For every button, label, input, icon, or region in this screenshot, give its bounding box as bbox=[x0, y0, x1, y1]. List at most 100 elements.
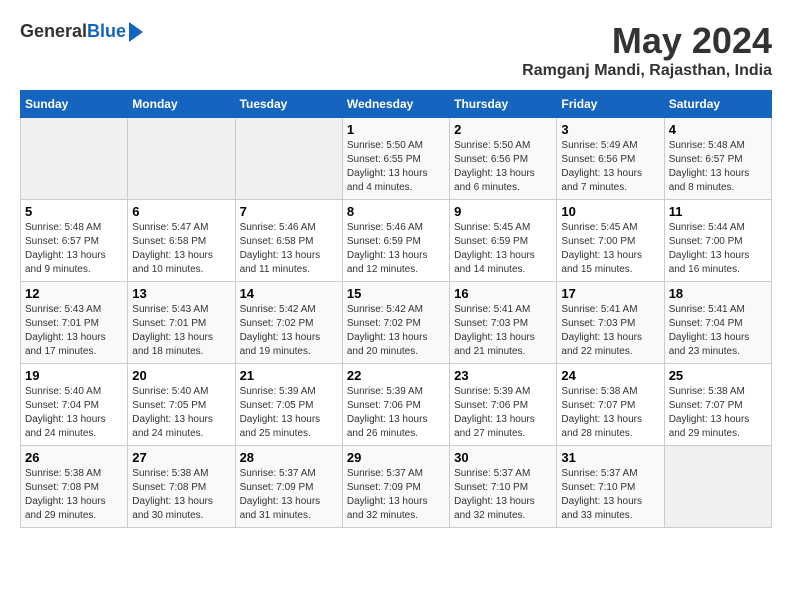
day-number: 13 bbox=[132, 286, 230, 301]
calendar-cell: 30Sunrise: 5:37 AM Sunset: 7:10 PM Dayli… bbox=[450, 446, 557, 528]
day-info: Sunrise: 5:41 AM Sunset: 7:03 PM Dayligh… bbox=[454, 303, 552, 359]
calendar-cell: 27 Sunrise: 5:38 AM Sunset: 7:08 PM Dayli… bbox=[128, 446, 235, 528]
day-number: 1 bbox=[347, 122, 445, 137]
page-header: General Blue May 2024 Ramganj Mandi, Raj… bbox=[20, 20, 772, 80]
calendar-cell: 28Sunrise: 5:37 AM Sunset: 7:09 PM Dayli… bbox=[235, 446, 342, 528]
calendar-week-row: 19 Sunrise: 5:40 AM Sunset: 7:04 PM Dayli… bbox=[21, 364, 772, 446]
day-number: 8 bbox=[347, 204, 445, 219]
calendar-cell: 16 Sunrise: 5:41 AM Sunset: 7:03 PM Dayli… bbox=[450, 282, 557, 364]
day-info: Sunrise: 5:39 AM Sunset: 7:06 PM Dayligh… bbox=[454, 385, 552, 441]
calendar-cell: 13 Sunrise: 5:43 AM Sunset: 7:01 PM Dayli… bbox=[128, 282, 235, 364]
calendar-cell: 19 Sunrise: 5:40 AM Sunset: 7:04 PM Dayli… bbox=[21, 364, 128, 446]
logo-general-text: General bbox=[20, 21, 87, 42]
day-of-week-header: Sunday bbox=[21, 91, 128, 118]
day-number: 15 bbox=[347, 286, 445, 301]
day-number: 7 bbox=[240, 204, 338, 219]
day-info: Sunrise: 5:38 AM Sunset: 7:07 PM Dayligh… bbox=[669, 385, 767, 441]
day-info: Sunrise: 5:40 AM Sunset: 7:05 PM Dayligh… bbox=[132, 385, 230, 441]
calendar-cell bbox=[21, 118, 128, 200]
day-info: Sunrise: 5:40 AM Sunset: 7:04 PM Dayligh… bbox=[25, 385, 123, 441]
day-info: Sunrise: 5:38 AM Sunset: 7:08 PM Dayligh… bbox=[132, 467, 230, 523]
day-number: 3 bbox=[561, 122, 659, 137]
day-of-week-header: Wednesday bbox=[342, 91, 449, 118]
calendar-cell: 5 Sunrise: 5:48 AM Sunset: 6:57 PM Daylig… bbox=[21, 200, 128, 282]
calendar-week-row: 26 Sunrise: 5:38 AM Sunset: 7:08 PM Dayli… bbox=[21, 446, 772, 528]
day-number: 20 bbox=[132, 368, 230, 383]
calendar-cell: 21 Sunrise: 5:39 AM Sunset: 7:05 PM Dayli… bbox=[235, 364, 342, 446]
day-number: 22 bbox=[347, 368, 445, 383]
day-number: 12 bbox=[25, 286, 123, 301]
calendar-cell: 31 Sunrise: 5:37 AM Sunset: 7:10 PM Dayli… bbox=[557, 446, 664, 528]
day-number: 31 bbox=[561, 450, 659, 465]
calendar-cell: 23 Sunrise: 5:39 AM Sunset: 7:06 PM Dayli… bbox=[450, 364, 557, 446]
day-info: Sunrise: 5:43 AM Sunset: 7:01 PM Dayligh… bbox=[25, 303, 123, 359]
calendar-header-row: SundayMondayTuesdayWednesdayThursdayFrid… bbox=[21, 91, 772, 118]
calendar-title: May 2024 bbox=[522, 20, 772, 62]
day-number: 10 bbox=[561, 204, 659, 219]
calendar-cell: 4 Sunrise: 5:48 AM Sunset: 6:57 PM Daylig… bbox=[664, 118, 771, 200]
day-info: Sunrise: 5:46 AM Sunset: 6:58 PM Dayligh… bbox=[240, 221, 338, 277]
day-of-week-header: Saturday bbox=[664, 91, 771, 118]
logo-arrow-icon bbox=[129, 22, 143, 42]
calendar-cell: 14 Sunrise: 5:42 AM Sunset: 7:02 PM Dayli… bbox=[235, 282, 342, 364]
day-info: Sunrise: 5:47 AM Sunset: 6:58 PM Dayligh… bbox=[132, 221, 230, 277]
day-info: Sunrise: 5:48 AM Sunset: 6:57 PM Dayligh… bbox=[25, 221, 123, 277]
day-info: Sunrise: 5:43 AM Sunset: 7:01 PM Dayligh… bbox=[132, 303, 230, 359]
day-of-week-header: Friday bbox=[557, 91, 664, 118]
calendar-cell: 20 Sunrise: 5:40 AM Sunset: 7:05 PM Dayli… bbox=[128, 364, 235, 446]
calendar-subtitle: Ramganj Mandi, Rajasthan, India bbox=[522, 62, 772, 80]
calendar-cell: 9 Sunrise: 5:45 AM Sunset: 6:59 PM Daylig… bbox=[450, 200, 557, 282]
calendar-cell: 12 Sunrise: 5:43 AM Sunset: 7:01 PM Dayli… bbox=[21, 282, 128, 364]
day-number: 6 bbox=[132, 204, 230, 219]
day-number: 5 bbox=[25, 204, 123, 219]
logo: General Blue bbox=[20, 20, 143, 42]
calendar-week-row: 1 Sunrise: 5:50 AM Sunset: 6:55 PM Daylig… bbox=[21, 118, 772, 200]
day-number: 27 bbox=[132, 450, 230, 465]
day-info: Sunrise: 5:37 AM Sunset: 7:09 PM Dayligh… bbox=[347, 467, 445, 523]
day-number: 19 bbox=[25, 368, 123, 383]
day-number: 28 bbox=[240, 450, 338, 465]
logo-blue-text: Blue bbox=[87, 21, 126, 42]
calendar-cell: 17Sunrise: 5:41 AM Sunset: 7:03 PM Dayli… bbox=[557, 282, 664, 364]
day-of-week-header: Monday bbox=[128, 91, 235, 118]
day-info: Sunrise: 5:42 AM Sunset: 7:02 PM Dayligh… bbox=[347, 303, 445, 359]
day-info: Sunrise: 5:42 AM Sunset: 7:02 PM Dayligh… bbox=[240, 303, 338, 359]
day-info: Sunrise: 5:45 AM Sunset: 6:59 PM Dayligh… bbox=[454, 221, 552, 277]
day-number: 4 bbox=[669, 122, 767, 137]
day-number: 23 bbox=[454, 368, 552, 383]
day-number: 14 bbox=[240, 286, 338, 301]
day-info: Sunrise: 5:41 AM Sunset: 7:03 PM Dayligh… bbox=[561, 303, 659, 359]
calendar-cell: 10 Sunrise: 5:45 AM Sunset: 7:00 PM Dayli… bbox=[557, 200, 664, 282]
calendar-table: SundayMondayTuesdayWednesdayThursdayFrid… bbox=[20, 90, 772, 528]
calendar-cell: 18Sunrise: 5:41 AM Sunset: 7:04 PM Dayli… bbox=[664, 282, 771, 364]
calendar-week-row: 5 Sunrise: 5:48 AM Sunset: 6:57 PM Daylig… bbox=[21, 200, 772, 282]
day-number: 16 bbox=[454, 286, 552, 301]
day-info: Sunrise: 5:50 AM Sunset: 6:55 PM Dayligh… bbox=[347, 139, 445, 195]
day-number: 9 bbox=[454, 204, 552, 219]
day-of-week-header: Tuesday bbox=[235, 91, 342, 118]
day-number: 21 bbox=[240, 368, 338, 383]
day-info: Sunrise: 5:49 AM Sunset: 6:56 PM Dayligh… bbox=[561, 139, 659, 195]
day-info: Sunrise: 5:39 AM Sunset: 7:06 PM Dayligh… bbox=[347, 385, 445, 441]
calendar-cell: 24Sunrise: 5:38 AM Sunset: 7:07 PM Dayli… bbox=[557, 364, 664, 446]
day-info: Sunrise: 5:50 AM Sunset: 6:56 PM Dayligh… bbox=[454, 139, 552, 195]
day-info: Sunrise: 5:48 AM Sunset: 6:57 PM Dayligh… bbox=[669, 139, 767, 195]
day-info: Sunrise: 5:45 AM Sunset: 7:00 PM Dayligh… bbox=[561, 221, 659, 277]
calendar-cell: 25 Sunrise: 5:38 AM Sunset: 7:07 PM Dayli… bbox=[664, 364, 771, 446]
day-number: 25 bbox=[669, 368, 767, 383]
day-number: 26 bbox=[25, 450, 123, 465]
day-number: 29 bbox=[347, 450, 445, 465]
day-info: Sunrise: 5:39 AM Sunset: 7:05 PM Dayligh… bbox=[240, 385, 338, 441]
day-number: 11 bbox=[669, 204, 767, 219]
calendar-cell: 22 Sunrise: 5:39 AM Sunset: 7:06 PM Dayli… bbox=[342, 364, 449, 446]
calendar-cell: 2Sunrise: 5:50 AM Sunset: 6:56 PM Daylig… bbox=[450, 118, 557, 200]
calendar-cell bbox=[128, 118, 235, 200]
calendar-cell bbox=[664, 446, 771, 528]
calendar-cell: 6 Sunrise: 5:47 AM Sunset: 6:58 PM Daylig… bbox=[128, 200, 235, 282]
calendar-cell: 11Sunrise: 5:44 AM Sunset: 7:00 PM Dayli… bbox=[664, 200, 771, 282]
calendar-cell: 26Sunrise: 5:38 AM Sunset: 7:08 PM Dayli… bbox=[21, 446, 128, 528]
calendar-cell bbox=[235, 118, 342, 200]
calendar-week-row: 12 Sunrise: 5:43 AM Sunset: 7:01 PM Dayli… bbox=[21, 282, 772, 364]
day-info: Sunrise: 5:37 AM Sunset: 7:10 PM Dayligh… bbox=[561, 467, 659, 523]
day-number: 24 bbox=[561, 368, 659, 383]
